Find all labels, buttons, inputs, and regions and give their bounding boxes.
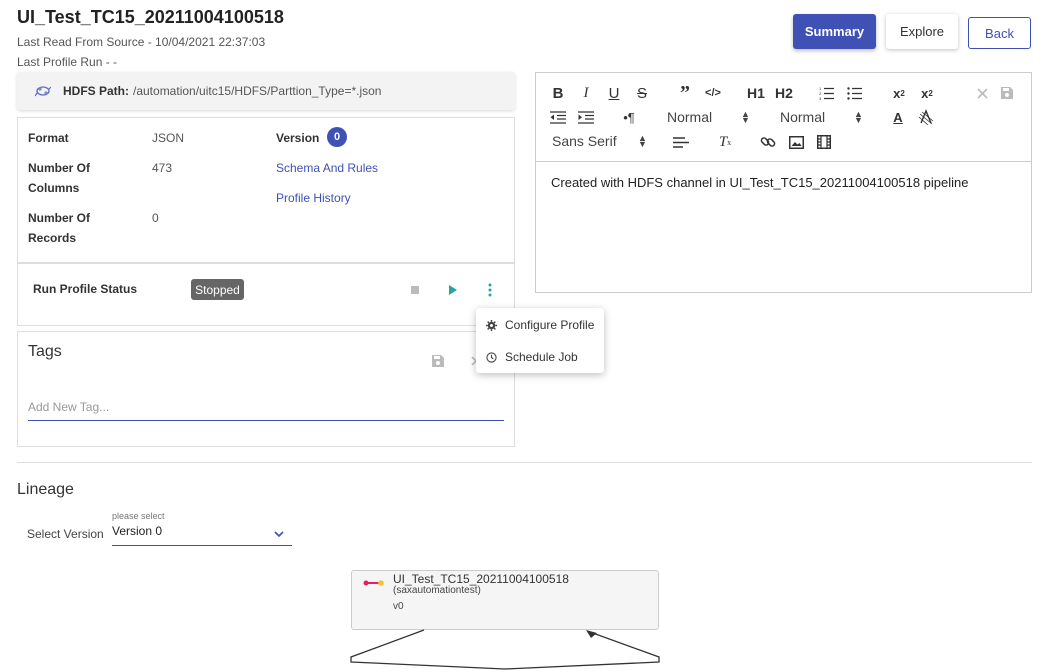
profile-history-link[interactable]: Profile History [276,188,351,208]
chevron-down-icon [274,527,284,541]
lineage-edges [350,629,660,670]
background-color-button[interactable] [918,108,934,126]
header-select[interactable]: Normal ▲ ▼ [780,109,864,126]
clear-formatting-button[interactable]: Tx [716,133,734,151]
save-icon[interactable] [999,84,1015,102]
menu-item-label: Schedule Job [505,350,578,364]
version-select[interactable]: Version 0 [112,524,292,546]
back-button[interactable]: Back [968,17,1031,49]
columns-label-line2: Columns [28,181,80,195]
columns-value: 473 [152,161,173,175]
columns-label-line1: Number Of [28,161,91,175]
indent-button[interactable] [577,109,595,125]
text-color-button[interactable]: A [890,108,906,126]
last-profile-run-text: Last Profile Run - - [17,55,118,69]
outdent-button[interactable] [549,109,567,125]
clock-icon [486,351,497,363]
play-icon[interactable] [446,282,460,298]
pipeline-icon [363,576,385,588]
size-select[interactable]: Normal ▲ ▼ [667,109,751,126]
select-arrows-icon: ▲ ▼ [741,109,750,125]
explore-button[interactable]: Explore [886,14,958,49]
select-arrows-icon: ▲ ▼ [638,133,647,149]
lineage-node-owner: (saxautomationtest) [393,585,481,596]
records-value: 0 [152,211,159,225]
bold-button[interactable]: B [550,84,566,102]
strikethrough-button[interactable]: S [634,84,650,102]
underline-button[interactable]: U [606,84,622,102]
image-icon[interactable] [787,133,805,151]
hdfs-path-label: HDFS Path: [63,84,129,98]
clear-icon[interactable] [975,84,989,102]
hdfs-path-bar: HDFS Path: /automation/uitc15/HDFS/Partt… [17,72,515,110]
size-select-value: Normal [667,109,713,125]
page-title: UI_Test_TC15_20211004100518 [17,7,284,27]
stop-icon[interactable] [408,283,422,297]
italic-button[interactable]: I [579,84,593,102]
text-direction-button[interactable]: •¶ [619,109,639,125]
lineage-node-name: UI_Test_TC15_20211004100518 [393,572,569,586]
format-label: Format [28,131,69,145]
run-profile-status-label: Run Profile Status [33,282,138,296]
summary-button[interactable]: Summary [793,14,876,49]
status-badge: Stopped [191,279,244,300]
heading-1-button[interactable]: H1 [745,84,767,102]
superscript-button[interactable]: x2 [917,84,937,102]
menu-item-schedule-job[interactable]: Schedule Job [486,350,578,364]
font-select-value: Sans Serif [552,133,617,149]
video-icon[interactable] [815,133,833,151]
gear-icon [486,319,497,331]
font-select[interactable]: Sans Serif ▲ ▼ [552,133,648,150]
records-label-line1: Number Of [28,211,91,225]
hdfs-path-value: /automation/uitc15/HDFS/Parttion_Type=*.… [133,84,382,98]
add-tag-input[interactable] [28,393,504,421]
section-divider [17,462,1032,463]
schema-and-rules-link[interactable]: Schema And Rules [276,158,378,178]
header-select-value: Normal [780,109,826,125]
profile-info-panel [17,117,515,263]
records-label-line2: Records [28,231,77,245]
profile-options-menu: Configure Profile Schedule Job [476,308,604,373]
version-select-value: Version 0 [112,524,163,538]
blockquote-button[interactable]: ” [676,82,694,104]
subscript-button[interactable]: x2 [889,84,909,102]
svg-text:3: 3 [819,96,822,100]
version-badge: 0 [327,127,347,147]
code-block-button[interactable]: </> [704,84,722,102]
align-button[interactable] [672,134,690,150]
menu-item-label: Configure Profile [505,318,595,332]
more-vert-icon[interactable] [484,281,496,299]
save-tags-icon[interactable] [430,353,446,369]
toolbar-divider [536,161,1031,162]
lineage-title: Lineage [17,481,74,498]
version-label: Version [276,131,320,145]
select-version-label: Select Version [27,527,104,541]
tags-panel [17,331,515,447]
lineage-node-version: v0 [393,601,404,612]
select-arrows-icon: ▲ ▼ [854,109,863,125]
ordered-list-button[interactable]: 123 [818,84,836,102]
hdfs-icon [35,84,51,98]
last-read-text: Last Read From Source - 10/04/2021 22:37… [17,35,266,49]
menu-item-configure-profile[interactable]: Configure Profile [486,318,594,332]
heading-2-button[interactable]: H2 [773,84,795,102]
editor-content[interactable]: Created with HDFS channel in UI_Test_TC1… [551,175,968,190]
format-value: JSON [152,131,185,145]
select-version-hint: please select [112,511,165,521]
bullet-list-button[interactable] [846,84,864,102]
tags-title: Tags [28,343,62,360]
link-icon[interactable] [759,133,777,151]
